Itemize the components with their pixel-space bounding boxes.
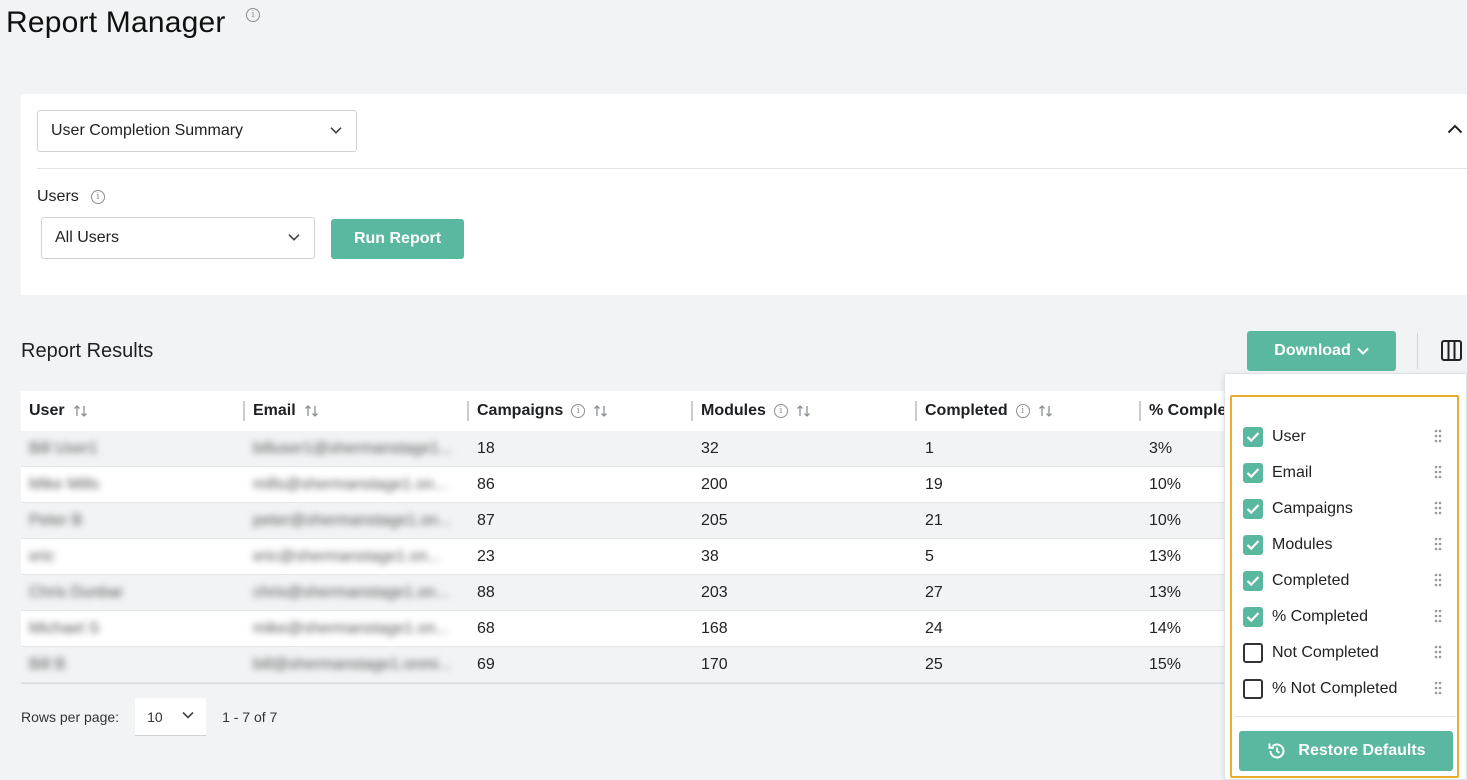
user-cell: Peter B — [29, 511, 83, 529]
user-cell: Bill B — [29, 655, 66, 673]
email-cell: eric@shermanstage1.on... — [253, 547, 441, 565]
page-title: Report Manager — [6, 6, 226, 39]
pagination: Rows per page: 10 1 - 7 of 7 — [21, 698, 277, 736]
report-type-value: User Completion Summary — [51, 122, 244, 139]
user-cell: Mike Mills — [29, 475, 100, 493]
rows-per-page-label: Rows per page: — [21, 709, 120, 725]
modules-cell: 168 — [701, 619, 728, 637]
column-header-modules[interactable]: Modules i — [693, 391, 917, 431]
user-cell: Michael S — [29, 619, 100, 637]
chevron-down-icon — [288, 234, 300, 241]
completed-cell: 27 — [925, 583, 943, 601]
users-label: Users — [37, 188, 79, 205]
modules-cell: 200 — [701, 475, 728, 493]
campaigns-cell: 87 — [477, 511, 495, 529]
rows-per-page-select[interactable]: 10 — [135, 698, 207, 736]
email-cell: billuser1@shermanstage1... — [253, 439, 453, 457]
email-cell: peter@shermanstage1.on... — [253, 511, 452, 529]
campaigns-cell: 18 — [477, 439, 495, 457]
info-icon[interactable]: i — [571, 404, 586, 418]
completed-cell: 19 — [925, 475, 943, 493]
pagination-range: 1 - 7 of 7 — [222, 709, 278, 725]
run-report-button[interactable]: Run Report — [331, 219, 464, 259]
campaigns-cell: 69 — [477, 655, 495, 673]
users-select[interactable]: All Users — [41, 217, 315, 259]
user-cell: eric — [29, 547, 55, 565]
email-cell: chris@shermanstage1.on... — [253, 583, 449, 601]
column-header-completed[interactable]: Completed i — [917, 391, 1141, 431]
rows-per-page-value: 10 — [147, 708, 163, 725]
toolbar-divider — [1417, 333, 1418, 369]
email-cell: bill@shermanstage1.onmi... — [253, 655, 452, 673]
chevron-up-icon[interactable] — [1447, 124, 1463, 134]
modules-cell: 38 — [701, 547, 719, 565]
column-header-label: Completed — [925, 402, 1008, 419]
completed-cell: 25 — [925, 655, 943, 673]
chevron-down-icon — [330, 127, 342, 134]
email-cell: mike@shermanstage1.on... — [253, 619, 449, 637]
column-header-label: Email — [253, 402, 296, 419]
info-icon[interactable]: i — [1015, 404, 1030, 418]
sort-icon[interactable] — [796, 404, 812, 418]
column-header-user[interactable]: User — [21, 391, 245, 431]
completed-cell: 21 — [925, 511, 943, 529]
download-button[interactable]: Download — [1247, 331, 1396, 371]
column-header-campaigns[interactable]: Campaigns i — [469, 391, 693, 431]
modules-cell: 203 — [701, 583, 728, 601]
campaigns-cell: 23 — [477, 547, 495, 565]
completed-cell: 1 — [925, 439, 934, 457]
completed-cell: 5 — [925, 547, 934, 565]
column-header-label: Campaigns — [477, 402, 564, 419]
chevron-down-icon — [182, 711, 194, 719]
info-icon[interactable]: i — [773, 404, 788, 418]
sort-icon[interactable] — [73, 404, 89, 418]
info-icon[interactable]: i — [91, 190, 105, 204]
modules-cell: 205 — [701, 511, 728, 529]
campaigns-cell: 88 — [477, 583, 495, 601]
campaigns-cell: 68 — [477, 619, 495, 637]
columns-icon[interactable] — [1441, 340, 1462, 361]
sort-icon[interactable] — [593, 404, 609, 418]
user-cell: Chris Dunbar — [29, 583, 124, 601]
column-header-label: Modules — [701, 402, 766, 419]
column-header-email[interactable]: Email — [245, 391, 469, 431]
users-select-value: All Users — [55, 229, 120, 246]
column-header-label: % Comple — [1149, 402, 1227, 419]
report-type-select[interactable]: User Completion Summary — [37, 110, 357, 152]
completed-cell: 24 — [925, 619, 943, 637]
modules-cell: 170 — [701, 655, 728, 673]
results-title: Report Results — [21, 340, 154, 362]
column-header-label: User — [29, 402, 65, 419]
chevron-down-icon — [1357, 347, 1369, 355]
user-cell: Bill User1 — [29, 439, 98, 457]
download-label: Download — [1274, 342, 1351, 359]
campaigns-cell: 86 — [477, 475, 495, 493]
highlight-box — [1230, 395, 1459, 778]
info-icon[interactable]: i — [246, 8, 260, 22]
sort-icon[interactable] — [304, 404, 320, 418]
email-cell: mills@shermanstage1.on... — [253, 475, 448, 493]
sort-icon[interactable] — [1038, 404, 1054, 418]
divider — [37, 168, 1467, 169]
modules-cell: 32 — [701, 439, 719, 457]
report-filter-panel: User Completion Summary Users i All User… — [21, 94, 1467, 295]
